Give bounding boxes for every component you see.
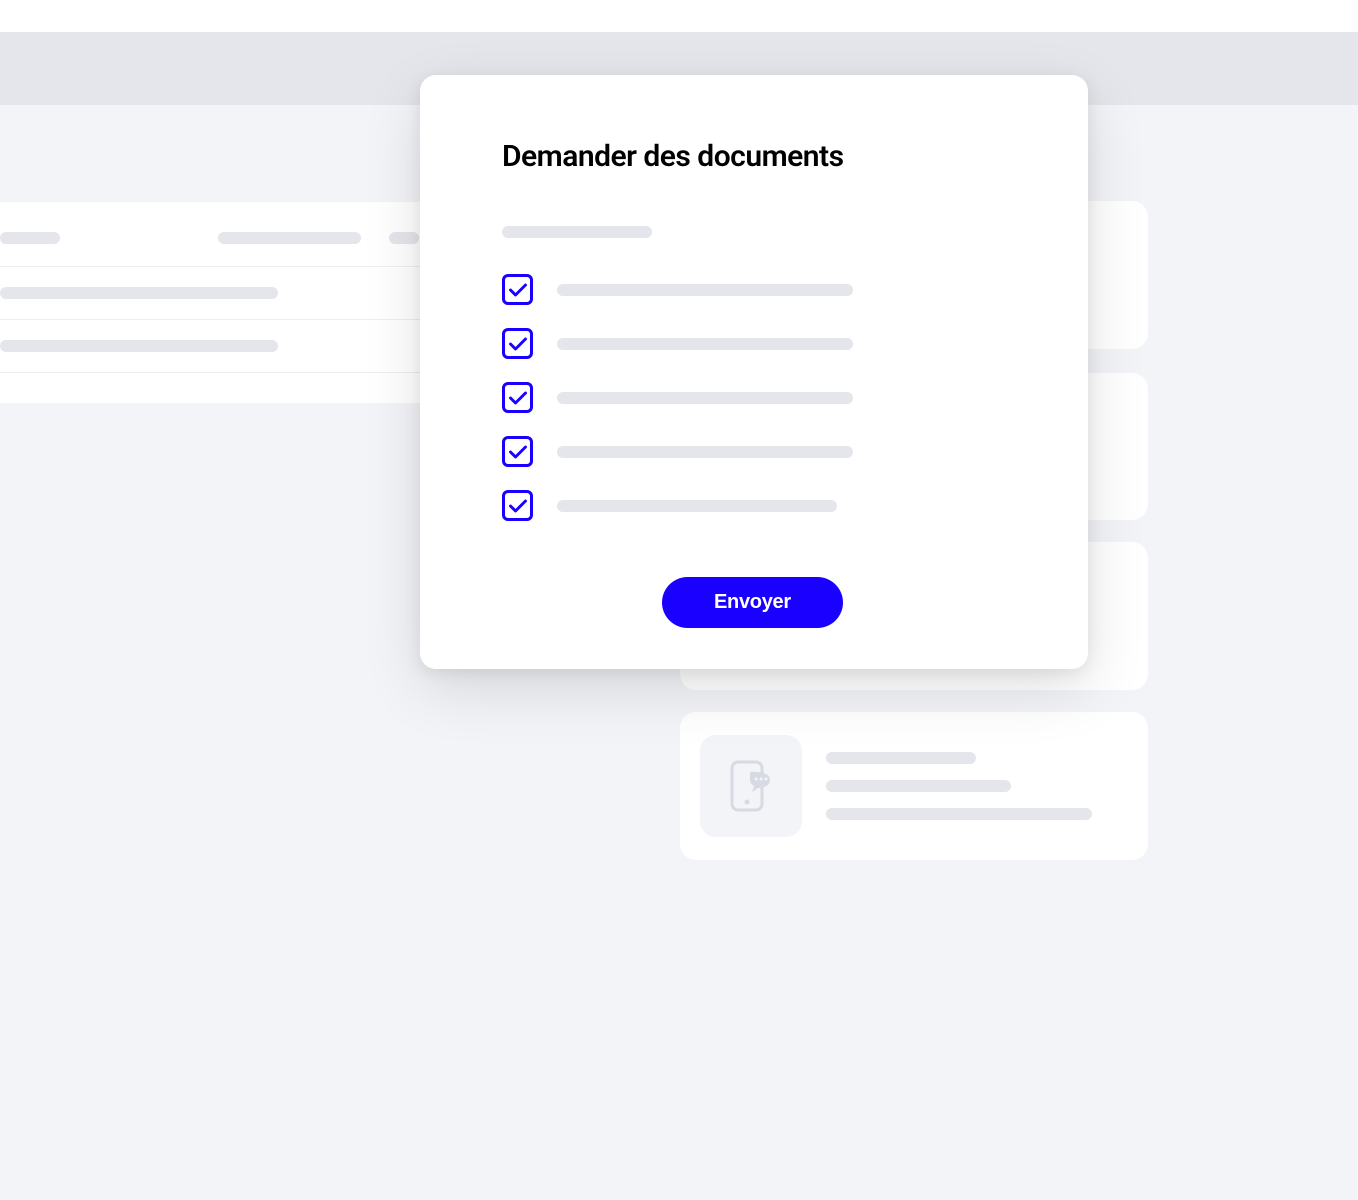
check-icon: [508, 390, 528, 406]
check-icon: [508, 282, 528, 298]
check-icon: [508, 336, 528, 352]
checklist-label-skeleton: [557, 338, 853, 350]
submit-button[interactable]: Envoyer: [662, 577, 843, 628]
checklist-item: [502, 328, 1006, 359]
checkbox[interactable]: [502, 274, 533, 305]
check-icon: [508, 498, 528, 514]
modal-title: Demander des documents: [502, 139, 1006, 174]
card-line-skeleton: [826, 808, 1092, 820]
checklist-item: [502, 274, 1006, 305]
card-icon-container: [700, 735, 802, 837]
checkbox[interactable]: [502, 328, 533, 359]
checkbox[interactable]: [502, 382, 533, 413]
checklist-item: [502, 436, 1006, 467]
table-row-skeleton: [0, 340, 278, 352]
checkbox[interactable]: [502, 490, 533, 521]
checklist-label-skeleton: [557, 284, 853, 296]
table-header-skeleton: [0, 232, 60, 244]
card-title-skeleton: [826, 752, 976, 764]
card-line-skeleton: [826, 780, 1011, 792]
checklist-item: [502, 490, 1006, 521]
table-row-skeleton: [0, 287, 278, 299]
check-icon: [508, 444, 528, 460]
chat-phone-icon: [726, 758, 776, 814]
checklist-label-skeleton: [557, 500, 837, 512]
checklist-label-skeleton: [557, 392, 853, 404]
checkbox[interactable]: [502, 436, 533, 467]
modal-subtitle-skeleton: [502, 226, 652, 238]
card-content: [826, 752, 1128, 820]
info-card: [680, 712, 1148, 860]
request-documents-modal: Demander des documents: [420, 75, 1088, 669]
checklist-item: [502, 382, 1006, 413]
table-header-skeleton: [218, 232, 361, 244]
table-header-skeleton: [389, 232, 419, 244]
document-checklist: [502, 274, 1006, 521]
checklist-label-skeleton: [557, 446, 853, 458]
